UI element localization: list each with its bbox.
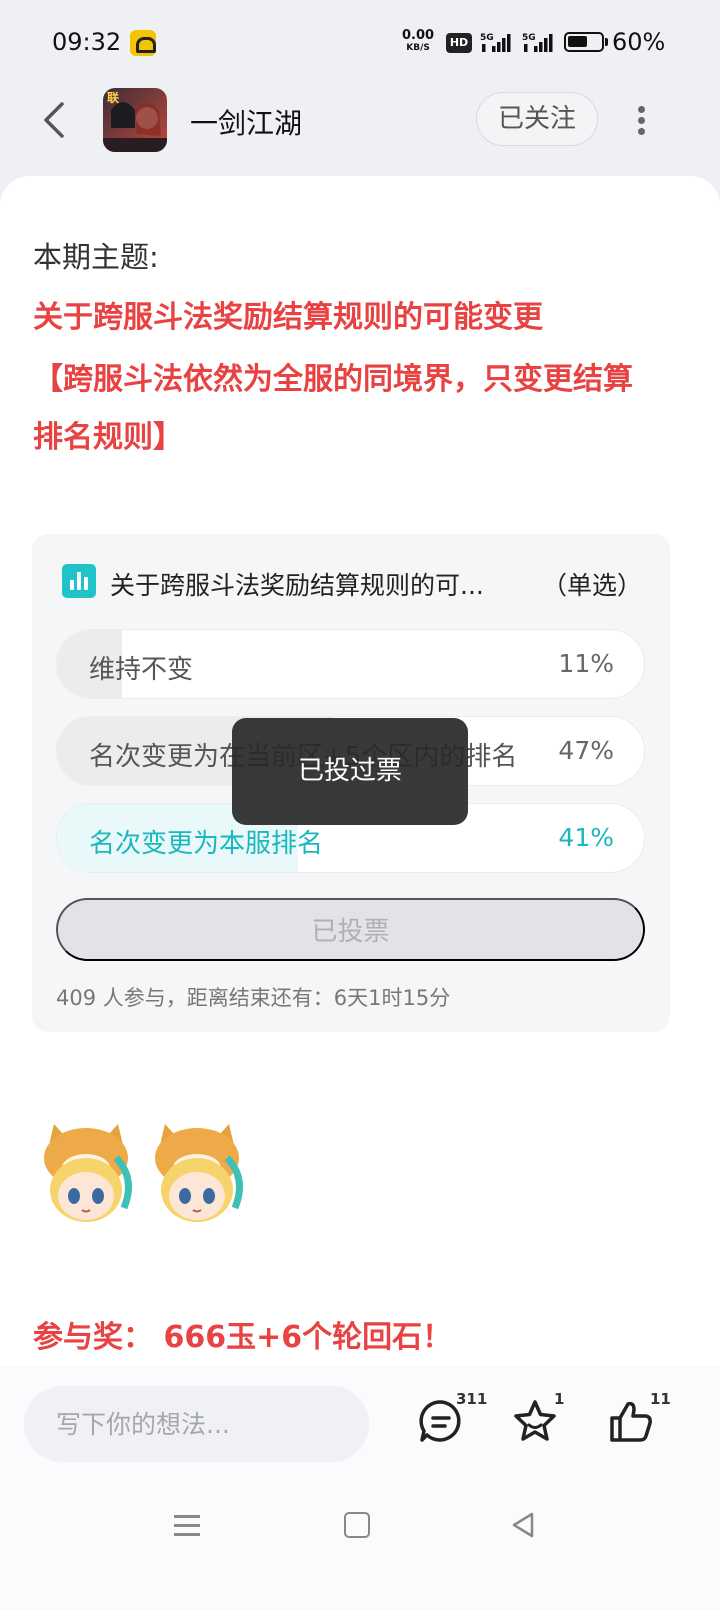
network-type-2: 5G xyxy=(522,33,536,43)
poll-option-percent: 41% xyxy=(558,823,614,852)
recent-apps-button[interactable] xyxy=(174,1512,202,1540)
comment-count: 311 xyxy=(456,1390,488,1408)
reward-text: 参与奖： 666玉+6个轮回石！ xyxy=(33,1320,453,1355)
chevron-left-icon xyxy=(44,102,64,138)
like-button[interactable]: 11 xyxy=(608,1390,671,1448)
battery-icon xyxy=(564,32,604,52)
comment-button[interactable]: 311 xyxy=(418,1390,487,1448)
bar-chart-icon xyxy=(62,564,96,598)
poll-option-label: 维持不变 xyxy=(89,655,194,685)
menu-icon-line xyxy=(174,1524,200,1527)
battery-percent: 60% xyxy=(612,28,666,56)
page-title: 一剑江湖 xyxy=(190,107,303,140)
network-speed: 0.00 KB/S xyxy=(402,28,435,54)
back-button[interactable] xyxy=(36,98,76,142)
topic-line: 【跨服斗法依然为全服的同境界，只变更结算 xyxy=(33,362,633,397)
network-speed-unit: KB/S xyxy=(406,43,430,53)
signal-icon: 5G xyxy=(480,32,512,54)
menu-icon-line xyxy=(174,1533,200,1536)
status-bar: 09:32 0.00 KB/S HD 5G 5G 60% xyxy=(0,0,720,90)
more-vertical-icon-dot xyxy=(638,128,645,135)
game-logo-image: 联 xyxy=(103,88,167,152)
triangle-back-icon xyxy=(512,1512,534,1538)
signal-icon: 5G xyxy=(522,32,554,54)
toast-message: 已投过票 xyxy=(232,718,468,825)
poll-option-label: 名次变更为本服排名 xyxy=(89,829,324,859)
notification-app-icon xyxy=(130,30,156,56)
battery-tip xyxy=(605,38,608,46)
poll-title: 关于跨服斗法奖励结算规则的可... xyxy=(110,571,484,600)
poll-option-percent: 47% xyxy=(558,736,614,765)
poll-type: （单选） xyxy=(542,571,643,600)
favorite-button[interactable]: 1 xyxy=(512,1390,564,1448)
poll-option-percent: 11% xyxy=(558,649,614,678)
poll-footer: 409 人参与，距离结束还有：6天1时15分 xyxy=(56,986,451,1010)
more-vertical-icon xyxy=(638,106,645,113)
comment-input[interactable] xyxy=(24,1386,369,1462)
thumbs-up-icon xyxy=(610,1401,652,1442)
sticker-image xyxy=(143,1118,251,1228)
vote-button[interactable]: 已投票 xyxy=(56,898,645,961)
topic-line: 排名规则】 xyxy=(33,420,183,455)
hd-voice-icon: HD xyxy=(446,33,472,53)
menu-icon xyxy=(174,1515,200,1518)
home-button[interactable] xyxy=(344,1512,370,1538)
favorite-count: 1 xyxy=(554,1390,565,1408)
follow-button[interactable]: 已关注 xyxy=(476,92,598,146)
network-type-1: 5G xyxy=(480,33,494,43)
battery-level xyxy=(568,36,587,47)
more-vertical-icon-dot xyxy=(638,117,645,124)
svg-text:联: 联 xyxy=(107,91,119,105)
poll-option[interactable]: 维持不变 11% xyxy=(56,629,645,699)
system-back-button[interactable] xyxy=(508,1510,538,1540)
star-icon xyxy=(514,1400,556,1441)
status-time: 09:32 xyxy=(52,28,122,56)
topic-line: 关于跨服斗法奖励结算规则的可能变更 xyxy=(33,300,543,335)
more-options-button[interactable] xyxy=(628,98,656,142)
sticker-image xyxy=(32,1118,140,1228)
network-speed-value: 0.00 xyxy=(402,28,435,43)
game-avatar[interactable]: 联 xyxy=(103,88,167,152)
topic-label: 本期主题: xyxy=(33,240,159,274)
like-count: 11 xyxy=(650,1390,671,1408)
system-navigation-bar xyxy=(0,1490,720,1560)
